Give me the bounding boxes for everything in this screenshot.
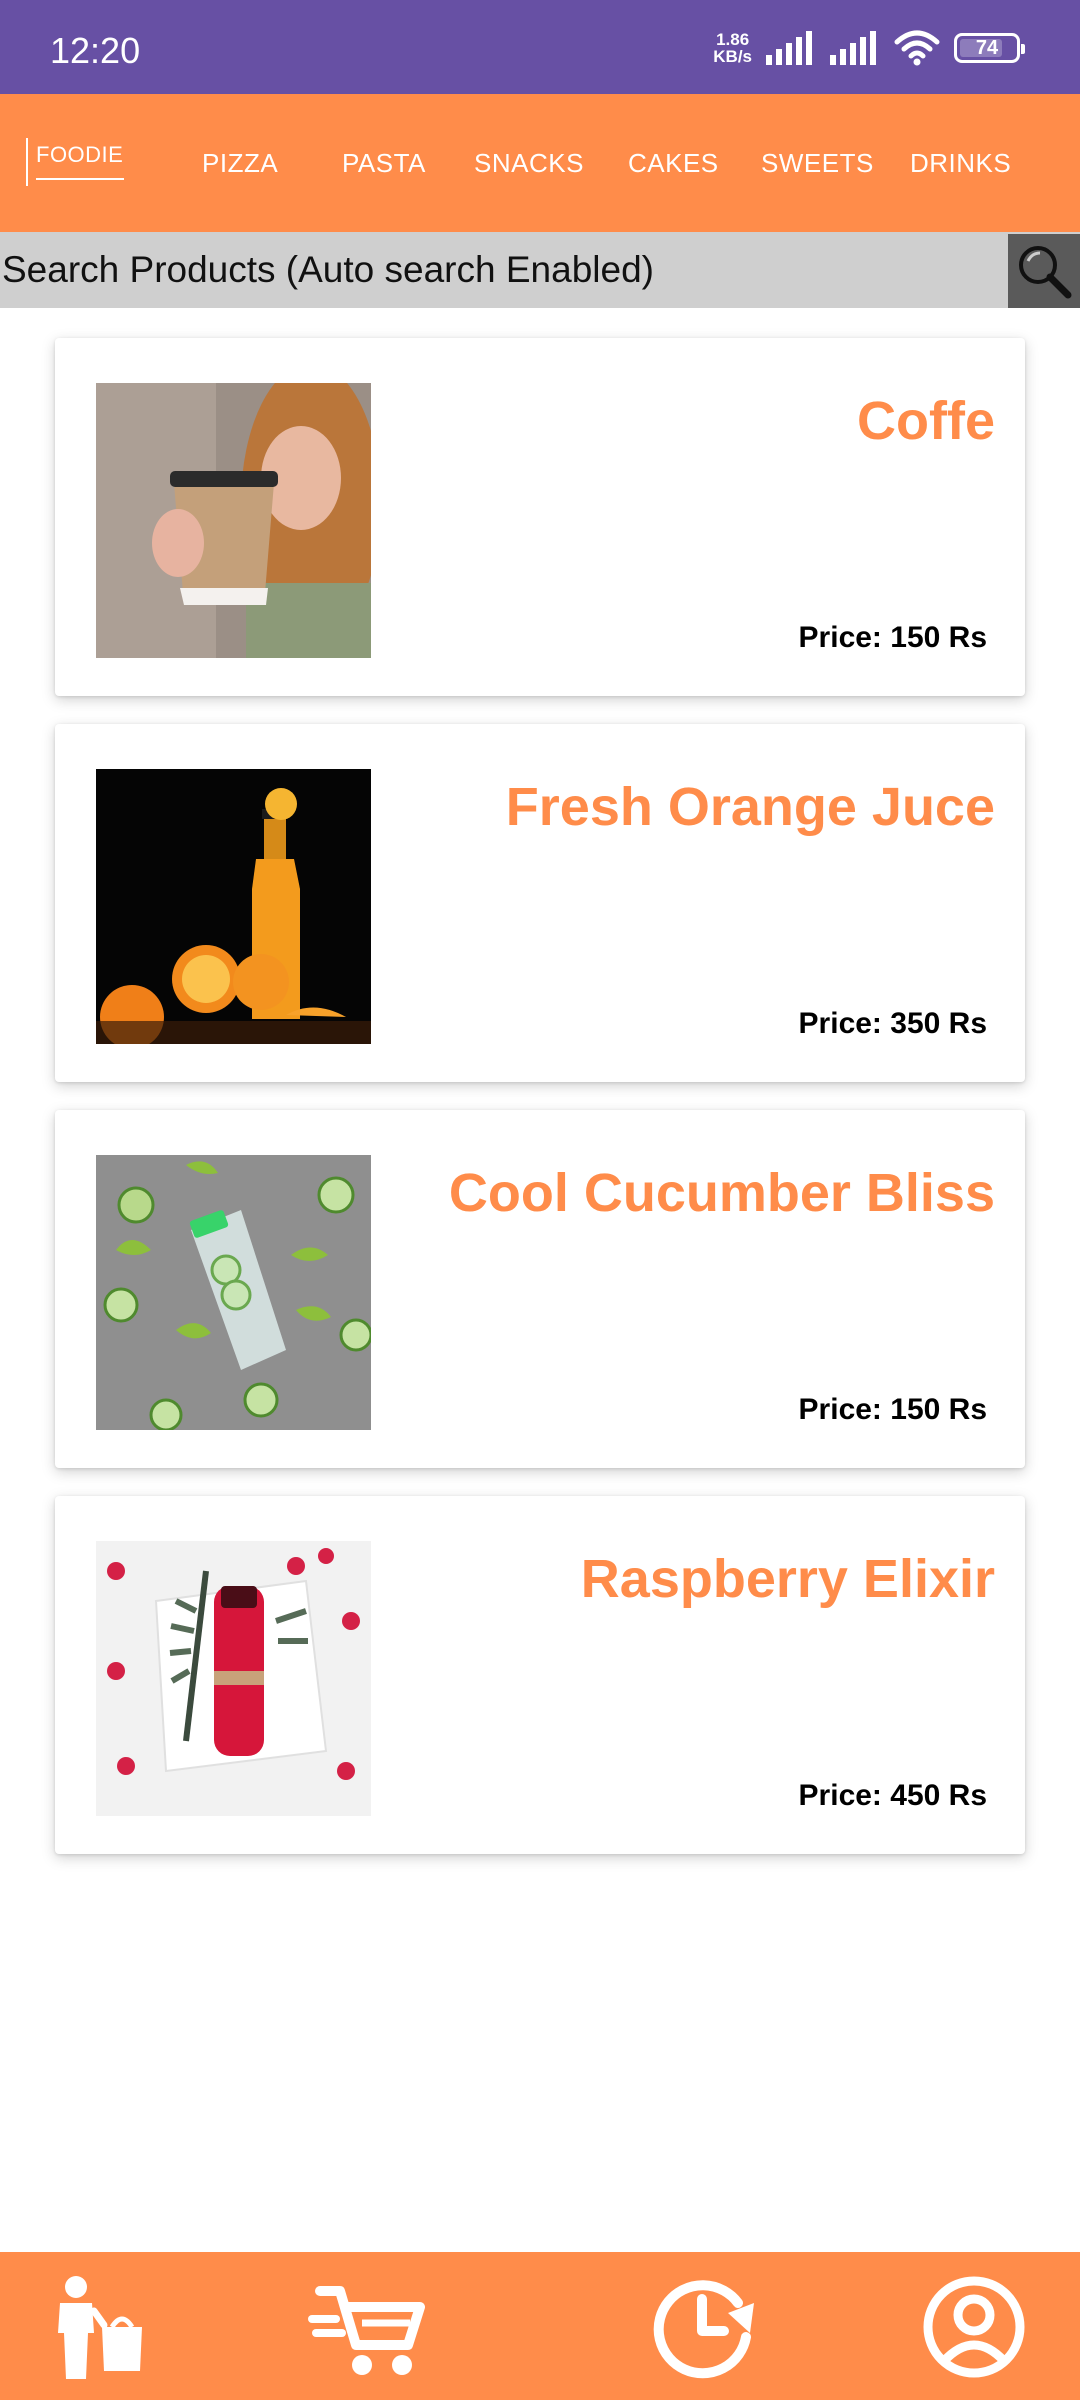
- product-card[interactable]: Coffe Price: 150 Rs: [55, 338, 1025, 696]
- category-pasta[interactable]: PASTA: [342, 148, 426, 179]
- category-sweets[interactable]: SWEETS: [761, 148, 874, 179]
- cart-icon: [308, 2286, 425, 2375]
- product-price: Price: 150 Rs: [798, 1393, 987, 1426]
- raspberry-drink-photo: [96, 1541, 371, 1816]
- product-name: Fresh Orange Juce: [505, 777, 995, 837]
- product-price: Price: 450 Rs: [798, 1779, 987, 1812]
- product-card[interactable]: Raspberry Elixir Price: 450 Rs: [55, 1496, 1025, 1854]
- battery-level: 74: [975, 36, 999, 59]
- history-icon: [653, 2280, 754, 2379]
- logo-text: FOODIE: [36, 142, 124, 167]
- search-input[interactable]: [0, 232, 1006, 308]
- battery-icon: 74: [954, 33, 1025, 63]
- product-price: Price: 350 Rs: [798, 1007, 987, 1040]
- nav-profile-button[interactable]: [914, 2272, 1034, 2382]
- search-button[interactable]: [1008, 234, 1080, 308]
- product-price: Price: 150 Rs: [798, 621, 987, 654]
- category-drinks[interactable]: DRINKS: [910, 148, 1011, 179]
- category-snacks[interactable]: SNACKS: [474, 148, 584, 179]
- nav-shop-button[interactable]: [40, 2272, 160, 2382]
- wifi-icon: [894, 30, 940, 66]
- nav-history-button[interactable]: [644, 2272, 764, 2382]
- status-bar: 12:20 1.86 KB/s 74: [0, 0, 1080, 94]
- status-time: 12:20: [50, 30, 141, 71]
- logo-underline: [36, 178, 124, 180]
- foodie-logo[interactable]: FOODIE: [26, 138, 124, 186]
- product-name: Raspberry Elixir: [580, 1549, 995, 1609]
- product-card[interactable]: Fresh Orange Juce Price: 350 Rs: [55, 724, 1025, 1082]
- status-icons: 1.86 KB/s 74: [713, 28, 1025, 68]
- product-name: Cool Cucumber Bliss: [448, 1163, 995, 1223]
- cucumber-drink-photo: [96, 1155, 371, 1430]
- network-speed-value: 1.86: [716, 30, 750, 49]
- category-nav: FOODIE PIZZA PASTA SNACKS CAKES SWEETS D…: [0, 94, 1080, 232]
- nav-cart-button[interactable]: [308, 2272, 428, 2382]
- product-card[interactable]: Cool Cucumber Bliss Price: 150 Rs: [55, 1110, 1025, 1468]
- coffee-cup-photo: [96, 383, 371, 658]
- network-speed: 1.86 KB/s: [713, 31, 752, 65]
- product-name: Coffe: [857, 391, 995, 451]
- orange-juice-photo: [96, 769, 371, 1044]
- signal-icon: [766, 31, 812, 65]
- profile-icon: [923, 2276, 1025, 2378]
- category-cakes[interactable]: CAKES: [628, 148, 719, 179]
- bottom-nav: [0, 2252, 1080, 2400]
- category-pizza[interactable]: PIZZA: [202, 148, 278, 179]
- search-bar: [0, 232, 1080, 308]
- signal-icon-2: [830, 31, 876, 65]
- shop-icon: [58, 2276, 142, 2379]
- network-speed-unit: KB/s: [713, 47, 752, 66]
- search-icon: [1019, 246, 1072, 299]
